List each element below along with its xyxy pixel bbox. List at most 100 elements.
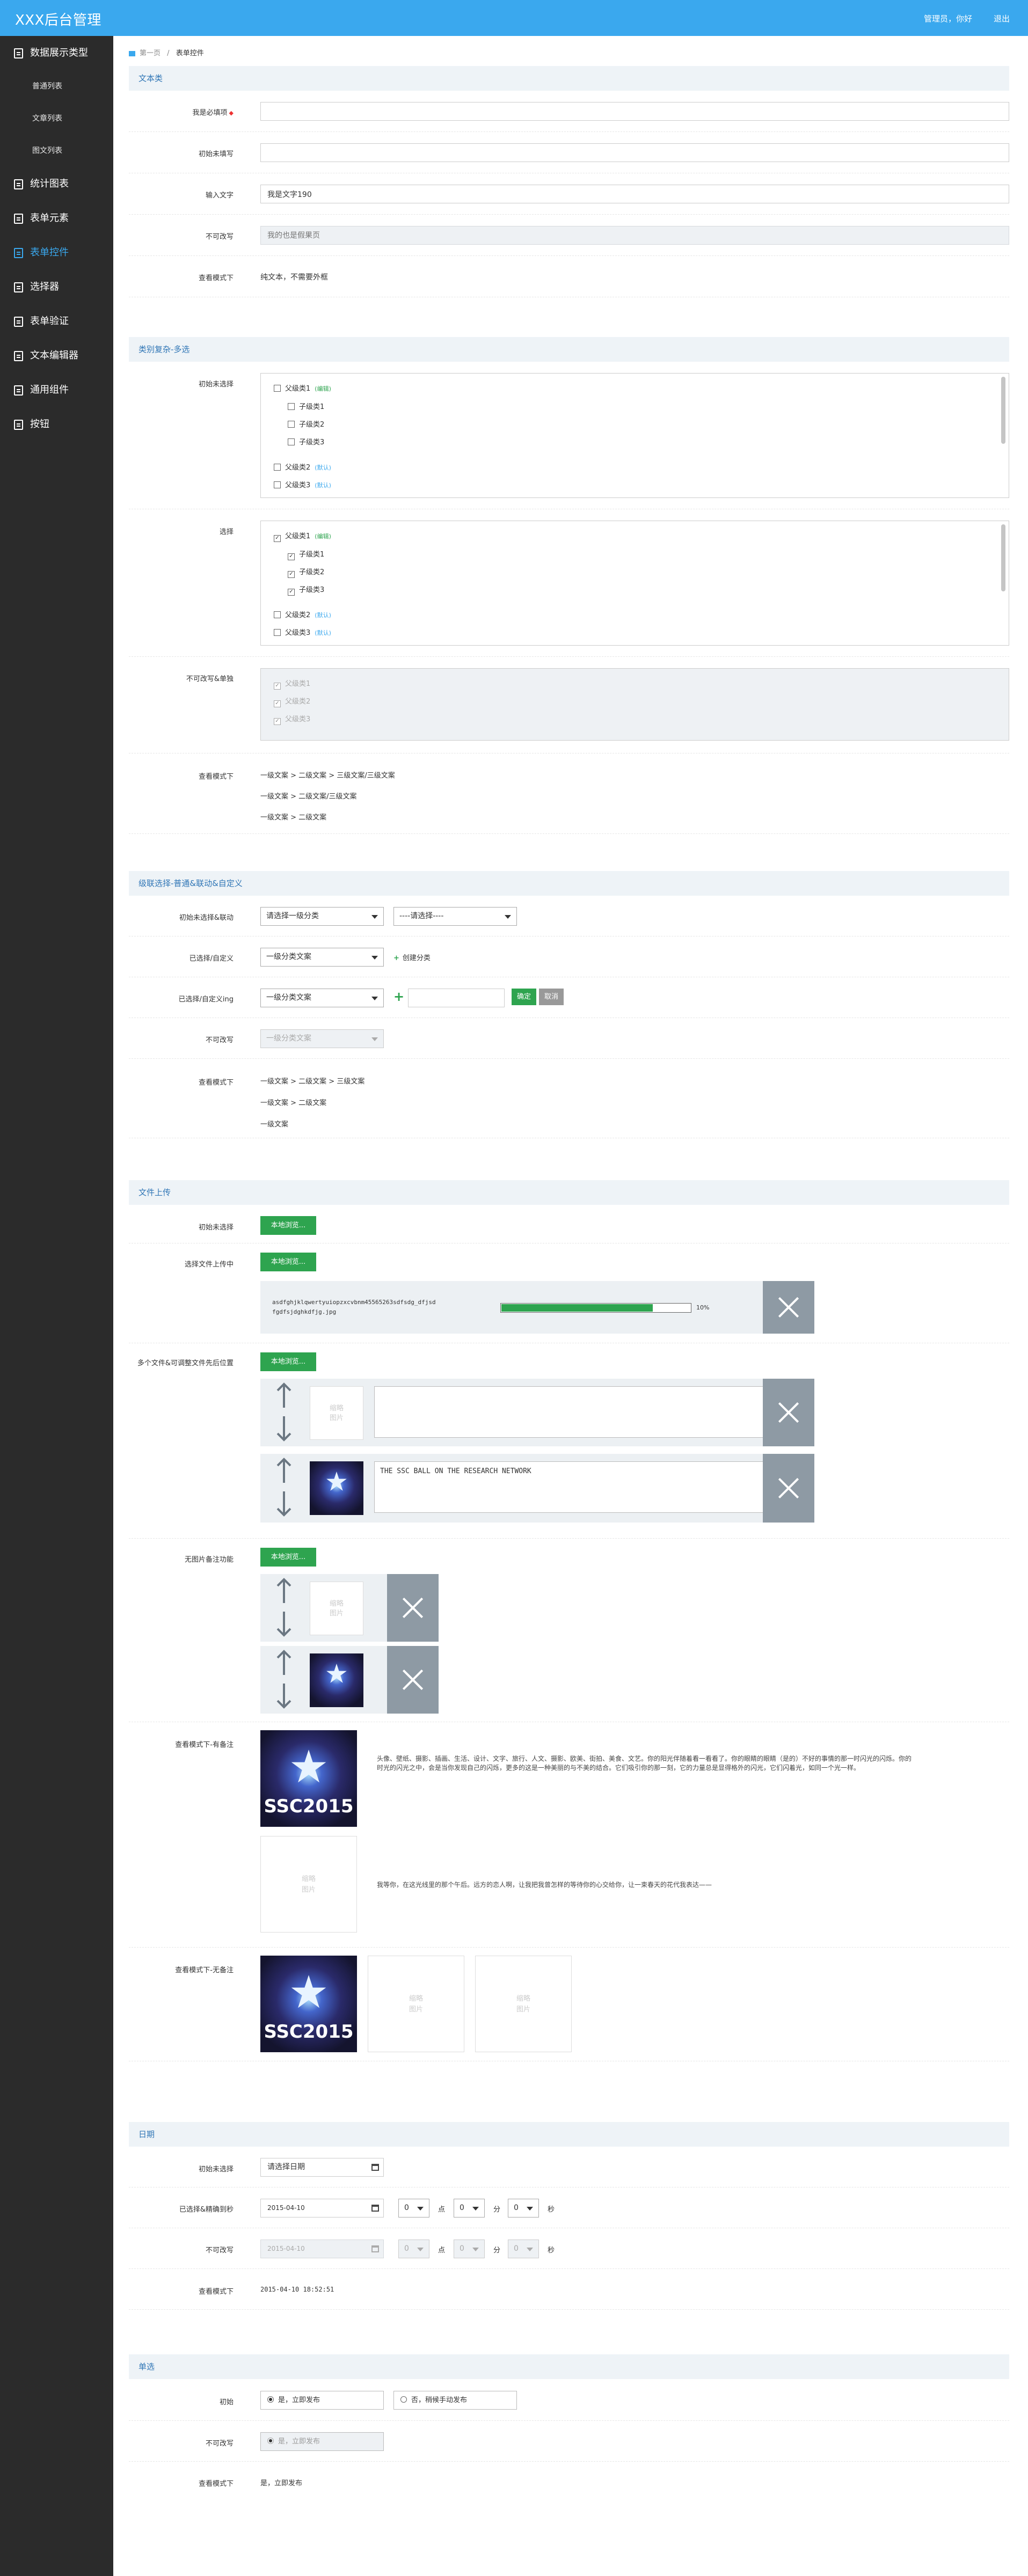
plus-icon[interactable]: + xyxy=(393,989,404,1004)
view-text: 纯文本，不需要外框 xyxy=(260,273,328,282)
checkbox[interactable] xyxy=(288,438,295,445)
sidebar-subitem-article-list[interactable]: 文章列表 xyxy=(0,103,113,135)
hour-select[interactable]: 0 xyxy=(398,2199,429,2218)
cancel-button[interactable]: 取消 xyxy=(539,989,564,1005)
checkbox-checked[interactable]: ✓ xyxy=(288,553,295,560)
checkbox[interactable] xyxy=(274,481,281,488)
sidebar-item-common-components[interactable]: 通用组件 xyxy=(0,373,113,407)
sidebar: 数据展示类型 普通列表 文章列表 图文列表 统计图表 表单元素 表单控件 选择器… xyxy=(0,36,113,2576)
sidebar-item-text-editor[interactable]: 文本编辑器 xyxy=(0,339,113,373)
sidebar-item-form-elements[interactable]: 表单元素 xyxy=(0,201,113,236)
sidebar-item-form-controls[interactable]: 表单控件 xyxy=(0,236,113,270)
field-label: 查看模式下-无备注 xyxy=(175,1966,234,1974)
sidebar-subitem-image-list[interactable]: 图文列表 xyxy=(0,135,113,167)
radio-option-disabled: 是，立即发布 xyxy=(260,2432,384,2451)
date-input[interactable]: 2015-04-10 xyxy=(260,2199,384,2218)
tree-item-child[interactable]: 子级类3 xyxy=(288,436,324,447)
image-note: 我等你，在这光线里的那个午后。远方的恋人啊，让我把我曾怎样的等待你的心交给你，让… xyxy=(377,1881,712,1889)
arrow-down-icon[interactable] xyxy=(272,1412,296,1444)
caption-textarea[interactable] xyxy=(374,1386,801,1438)
arrow-down-icon[interactable] xyxy=(272,1487,296,1519)
star-icon: ★ xyxy=(288,1740,329,1794)
hour-unit: 点 xyxy=(438,2206,446,2214)
tree-item-parent[interactable]: ✓ 父级类1 (编辑) xyxy=(274,530,331,542)
image-caption: SSC2015 xyxy=(264,1796,354,1817)
checkbox[interactable] xyxy=(274,611,281,618)
checkbox-checked[interactable]: ✓ xyxy=(288,571,295,578)
browse-button[interactable]: 本地浏览... xyxy=(260,1548,316,1567)
tree-item-child[interactable]: ✓ 子级类3 xyxy=(288,584,324,596)
sidebar-item-selectors[interactable]: 选择器 xyxy=(0,270,113,304)
minute-select[interactable]: 0 xyxy=(454,2199,485,2218)
empty-input[interactable] xyxy=(260,143,1009,162)
form-row: 无图片备注功能 本地浏览... 缩略 图片 ★ xyxy=(129,1539,1009,1722)
tree-item-child[interactable]: ✓ 子级类1 xyxy=(288,548,324,560)
sidebar-item-label: 表单控件 xyxy=(30,247,69,258)
file-name: fgdfsjdghkdfjg.jpg xyxy=(272,1308,337,1315)
caption-textarea[interactable] xyxy=(374,1461,801,1513)
filled-input[interactable] xyxy=(260,185,1009,203)
radio-option-publish-now[interactable]: 是，立即发布 xyxy=(260,2391,384,2410)
tree-item-parent[interactable]: 父级类3 (默认) xyxy=(274,627,331,637)
logout-link[interactable]: 退出 xyxy=(994,13,1010,24)
tree-item-child[interactable]: 子级类2 xyxy=(288,419,324,429)
progress-fill xyxy=(501,1304,653,1312)
checkbox[interactable] xyxy=(288,421,295,428)
calendar-icon xyxy=(371,2164,379,2171)
close-icon[interactable] xyxy=(763,1454,814,1523)
checkbox[interactable] xyxy=(288,403,295,410)
radio-option-publish-later[interactable]: 否，稍候手动发布 xyxy=(393,2391,517,2410)
sidebar-item-label: 按钮 xyxy=(30,419,49,430)
checkbox-checked[interactable]: ✓ xyxy=(288,589,295,596)
tree-item-parent[interactable]: 父级类2 (默认) xyxy=(274,609,331,619)
category-select-disabled: 一级分类文案 xyxy=(260,1029,384,1048)
arrow-up-icon[interactable] xyxy=(272,1455,296,1487)
form-row: 查看模式下 一级文案 > 二级文案 > 三级文案/三级文案 一级文案 > 二级文… xyxy=(129,753,1009,834)
tree-item-child[interactable]: ✓ 子级类2 xyxy=(288,566,324,578)
category-select-level1[interactable]: 请选择一级分类 xyxy=(260,907,384,926)
sidebar-item-buttons[interactable]: 按钮 xyxy=(0,407,113,442)
tree-item-parent[interactable]: 父级类3 (默认) xyxy=(274,479,331,489)
scrollbar[interactable] xyxy=(1001,377,1005,444)
tree-item-parent[interactable]: 父级类2 (默认) xyxy=(274,462,331,472)
arrow-up-icon[interactable] xyxy=(272,1380,296,1412)
checkbox-checked: ✓ xyxy=(274,718,281,725)
sidebar-subitem-normal-list[interactable]: 普通列表 xyxy=(0,70,113,103)
sidebar-item-form-validation[interactable]: 表单验证 xyxy=(0,304,113,339)
checkbox[interactable] xyxy=(274,385,281,392)
tree-item-parent[interactable]: 父级类1 (编辑) xyxy=(274,383,331,393)
arrow-down-icon[interactable] xyxy=(272,1607,296,1640)
browse-button[interactable]: 本地浏览... xyxy=(260,1216,316,1235)
breadcrumb-home[interactable]: 第一页 xyxy=(140,49,161,57)
close-icon[interactable] xyxy=(763,1379,814,1446)
scrollbar[interactable] xyxy=(1001,524,1005,591)
sidebar-item-charts[interactable]: 统计图表 xyxy=(0,167,113,201)
category-select-level2[interactable]: ----请选择---- xyxy=(393,907,517,926)
required-input[interactable] xyxy=(260,102,1009,121)
confirm-button[interactable]: 确定 xyxy=(512,989,536,1005)
form-row: 不可改写&单独 ✓ 父级类1 ✓ 父级类2 ✓ 父级类3 xyxy=(129,657,1009,753)
form-row: 查看模式下-无备注 ★ SSC2015 缩略 图片 缩略 图片 xyxy=(129,1948,1009,2061)
sidebar-item-data-display[interactable]: 数据展示类型 xyxy=(0,36,113,70)
close-icon[interactable] xyxy=(763,1281,814,1334)
arrow-down-icon[interactable] xyxy=(272,1679,296,1711)
browse-button[interactable]: 本地浏览... xyxy=(260,1253,316,1271)
second-select[interactable]: 0 xyxy=(508,2199,539,2218)
close-icon[interactable] xyxy=(387,1574,439,1642)
view-image: ★ SSC2015 xyxy=(260,1730,357,1827)
custom-category-input[interactable] xyxy=(408,989,505,1007)
checkbox[interactable] xyxy=(274,629,281,636)
category-select[interactable]: 一级分类文案 xyxy=(260,989,384,1007)
checkbox[interactable] xyxy=(274,464,281,471)
tree-item-child[interactable]: 子级类1 xyxy=(288,401,324,411)
checkbox-checked[interactable]: ✓ xyxy=(274,535,281,542)
create-category-link[interactable]: + 创建分类 xyxy=(393,952,431,962)
browse-button[interactable]: 本地浏览... xyxy=(260,1352,316,1371)
arrow-up-icon[interactable] xyxy=(272,1575,296,1607)
category-select[interactable]: 一级分类文案 xyxy=(260,948,384,967)
upload-item: asdfghjklqwertyuiopzxcvbnm45565263sdfsdg… xyxy=(260,1281,814,1334)
date-input[interactable]: 请选择日期 xyxy=(260,2158,384,2177)
close-icon[interactable] xyxy=(387,1646,439,1714)
document-icon xyxy=(14,420,23,430)
arrow-up-icon[interactable] xyxy=(272,1647,296,1679)
